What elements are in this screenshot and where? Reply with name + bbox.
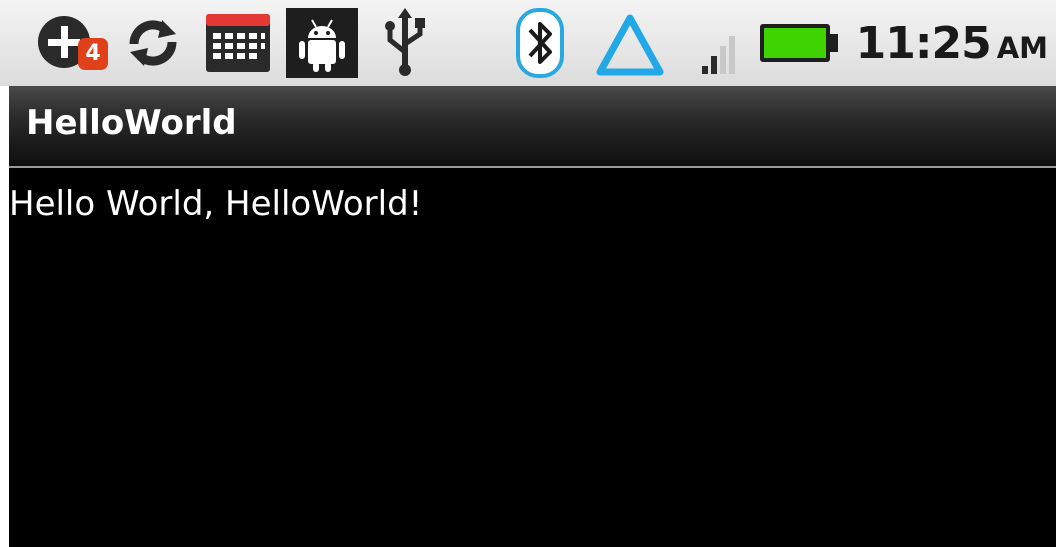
- sync-icon: [118, 8, 188, 78]
- triangle-alert-icon: [594, 8, 666, 78]
- app-title-bar: HelloWorld: [9, 86, 1056, 168]
- hello-text: Hello World, HelloWorld!: [9, 184, 423, 224]
- usb-icon: [380, 8, 430, 78]
- notification-count-badge: 4: [78, 38, 108, 70]
- clock-ampm: AM: [996, 31, 1048, 65]
- clock-time: 11:25: [855, 18, 992, 69]
- status-bar[interactable]: 4 11:25 AM: [0, 0, 1056, 86]
- android-debug-icon: [286, 8, 358, 78]
- status-clock: 11:25 AM: [856, 14, 1048, 74]
- signal-strength-icon: [700, 8, 744, 78]
- bluetooth-icon: [512, 8, 568, 78]
- phone-screen: 4 11:25 AM HelloWorld Hello World, Hello…: [0, 0, 1056, 547]
- app-title: HelloWorld: [26, 103, 237, 143]
- calendar-icon: [203, 8, 273, 78]
- battery-icon: [758, 8, 840, 78]
- app-content: Hello World, HelloWorld!: [9, 168, 1056, 547]
